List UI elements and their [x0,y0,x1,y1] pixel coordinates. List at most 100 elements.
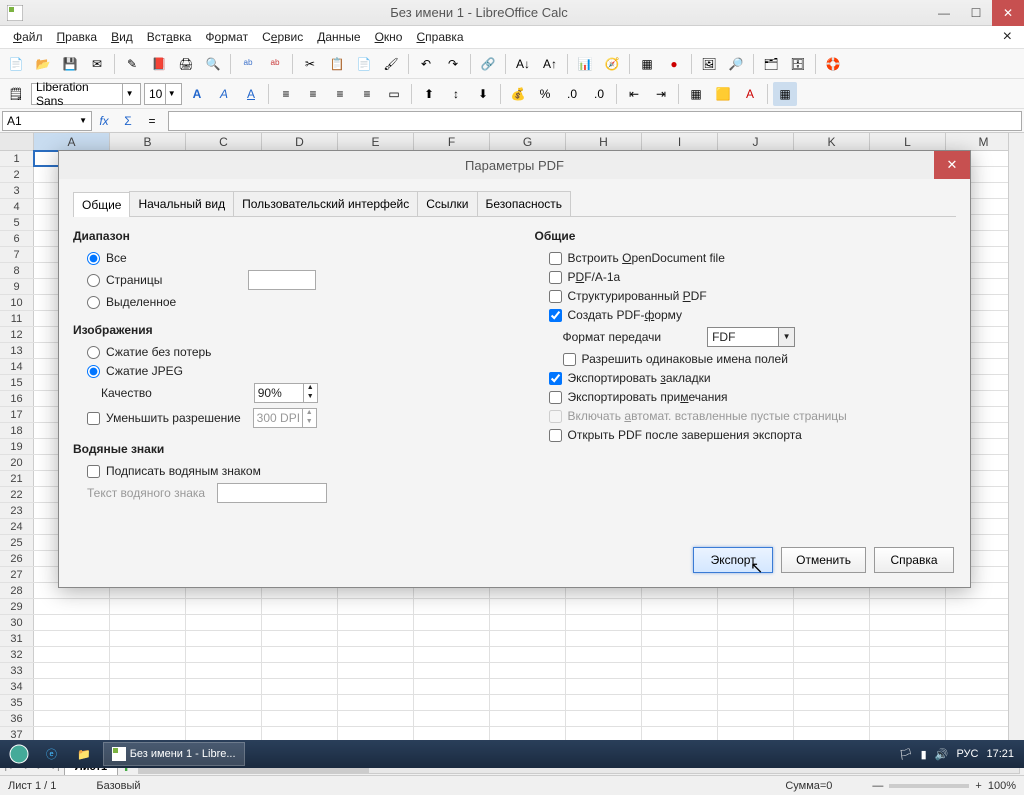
align-justify-icon[interactable]: ≡ [355,82,379,106]
cell[interactable] [414,679,490,694]
decimal-add-icon[interactable]: .0 [560,82,584,106]
cell[interactable] [34,647,110,662]
cell[interactable] [338,663,414,678]
row-header[interactable]: 4 [0,199,34,214]
cell[interactable] [110,695,186,710]
cell[interactable] [34,663,110,678]
help-icon[interactable]: 🛟 [821,52,845,76]
row-header[interactable]: 27 [0,567,34,582]
lossless-radio[interactable] [87,346,100,359]
row-header[interactable]: 16 [0,391,34,406]
row-header[interactable]: 33 [0,663,34,678]
tray-volume-icon[interactable]: 🔊 [935,748,949,761]
cell[interactable] [718,711,794,726]
sort-asc-icon[interactable]: A↓ [511,52,535,76]
cell[interactable] [566,679,642,694]
indent-inc-icon[interactable]: ⇥ [649,82,673,106]
cancel-button[interactable]: Отменить [781,547,866,573]
row-header[interactable]: 8 [0,263,34,278]
row-header[interactable]: 14 [0,359,34,374]
cell[interactable] [642,679,718,694]
brush-icon[interactable]: 🖌 [379,52,403,76]
row-header[interactable]: 32 [0,647,34,662]
cell[interactable] [414,599,490,614]
font-size-combo[interactable]: 10▼ [144,83,182,105]
tray-time[interactable]: 17:21 [986,748,1014,760]
row-header[interactable]: 26 [0,551,34,566]
percent-icon[interactable]: % [533,82,557,106]
new-icon[interactable]: 📄 [4,52,28,76]
tray-network-icon[interactable]: ▮ [921,748,927,761]
cell[interactable] [642,711,718,726]
menu-data[interactable]: Данные [310,27,367,47]
edit-icon[interactable]: ✎ [120,52,144,76]
row-header[interactable]: 35 [0,695,34,710]
row-header[interactable]: 9 [0,279,34,294]
taskbar-explorer-icon[interactable]: 📁 [69,742,99,766]
align-center-icon[interactable]: ≡ [301,82,325,106]
cell[interactable] [110,631,186,646]
menu-view[interactable]: Вид [104,27,140,47]
row-header[interactable]: 22 [0,487,34,502]
cell[interactable] [414,711,490,726]
cell[interactable] [718,695,794,710]
cell[interactable] [490,615,566,630]
currency-icon[interactable]: 💰 [506,82,530,106]
grid-icon[interactable]: ▦ [773,82,797,106]
cell[interactable] [262,663,338,678]
tray-flag-icon[interactable]: 🏳 [899,748,913,761]
cell[interactable] [34,615,110,630]
jpeg-radio[interactable] [87,365,100,378]
select-all-corner[interactable] [0,133,34,150]
cell[interactable] [794,615,870,630]
cell[interactable] [566,631,642,646]
row-header[interactable]: 23 [0,503,34,518]
cell[interactable] [794,599,870,614]
autospell-icon[interactable]: ᵃᵇ [263,52,287,76]
row-header[interactable]: 28 [0,583,34,598]
row-header[interactable]: 19 [0,439,34,454]
pdf-icon[interactable]: 📕 [147,52,171,76]
record-icon[interactable]: ● [662,52,686,76]
submit-format-combo[interactable]: FDF▼ [707,327,795,347]
decimal-del-icon[interactable]: .0 [587,82,611,106]
image-icon[interactable]: 🖼 [697,52,721,76]
cell[interactable] [186,599,262,614]
cell[interactable] [338,599,414,614]
taskbar-app[interactable]: Без имени 1 - Libre... [103,742,245,766]
quality-spinner[interactable]: 90%▲▼ [254,383,318,403]
tab-initial-view[interactable]: Начальный вид [129,191,234,216]
chevron-down-icon[interactable]: ▼ [165,84,177,104]
cell[interactable] [718,647,794,662]
cell[interactable] [34,711,110,726]
cell[interactable] [186,679,262,694]
dup-names-checkbox[interactable] [563,353,576,366]
cell[interactable] [870,711,946,726]
cell[interactable] [414,663,490,678]
range-pages-radio[interactable] [87,274,100,287]
row-header[interactable]: 1 [0,151,34,166]
equals-icon[interactable]: = [142,111,162,131]
menu-format[interactable]: Формат [198,27,255,47]
cell[interactable] [490,631,566,646]
menu-edit[interactable]: Правка [50,27,105,47]
cell[interactable] [186,663,262,678]
align-right-icon[interactable]: ≡ [328,82,352,106]
tab-links[interactable]: Ссылки [417,191,477,216]
cell[interactable] [566,615,642,630]
column-header[interactable]: B [110,133,186,150]
bgcolor-icon[interactable]: 🟨 [711,82,735,106]
row-header[interactable]: 3 [0,183,34,198]
copy-icon[interactable]: 📋 [325,52,349,76]
row-header[interactable]: 15 [0,375,34,390]
nav-icon[interactable]: 🧭 [600,52,624,76]
cell[interactable] [794,695,870,710]
row-header[interactable]: 7 [0,247,34,262]
cell[interactable] [414,631,490,646]
cut-icon[interactable]: ✂ [298,52,322,76]
menu-window[interactable]: Окно [368,27,410,47]
find-icon[interactable]: 🔎 [724,52,748,76]
cell[interactable] [110,679,186,694]
cell[interactable] [870,647,946,662]
cell[interactable] [338,647,414,662]
